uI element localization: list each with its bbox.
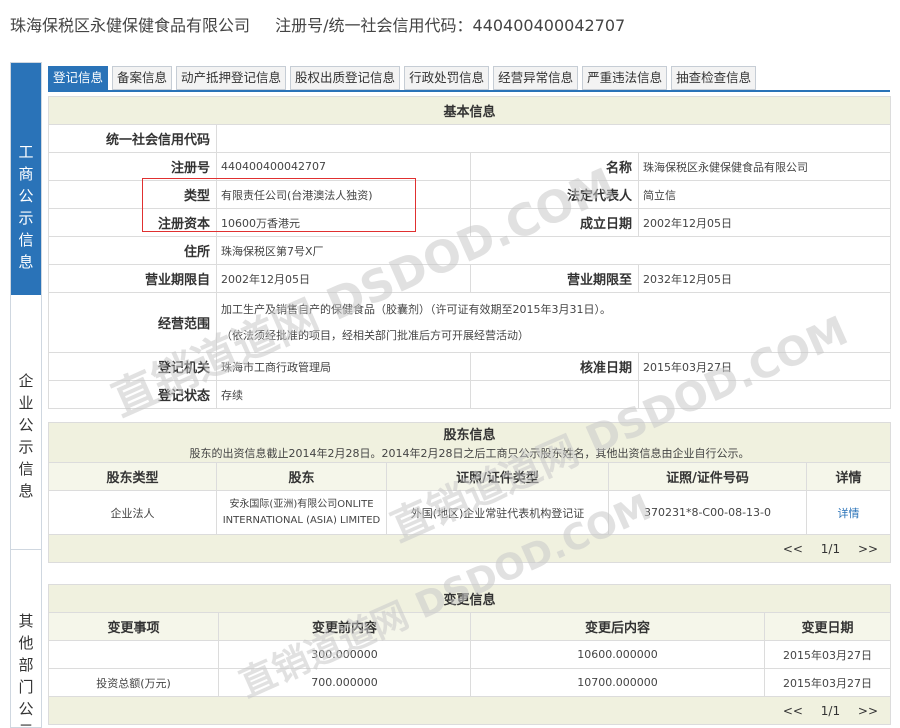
- tab-registration[interactable]: 登记信息: [48, 66, 109, 90]
- scope-label: 经营范围: [48, 292, 217, 353]
- founded-label: 成立日期: [470, 208, 639, 237]
- highlight-box: [142, 178, 416, 232]
- reg-no-value: 440400400042707: [216, 152, 471, 181]
- scope-value: 加工生产及销售自产的保健食品（胶囊剂）（许可证有效期至2015年3月31日）。 …: [215, 292, 892, 353]
- legal-rep-value: 简立信: [637, 180, 892, 209]
- detail-cell: 详情: [805, 490, 892, 535]
- change-date-cell: 2015年03月27日: [763, 668, 892, 697]
- tab-bar: 登记信息 备案信息 动产抵押登记信息 股权出质登记信息 行政处罚信息 经营异常信…: [48, 66, 760, 90]
- col-header-change-item: 变更事项: [48, 612, 219, 641]
- term-from-value: 2002年12月05日: [216, 264, 471, 293]
- term-from-label: 营业期限自: [48, 264, 217, 293]
- name-value: 珠海保税区永健保健食品有限公司: [637, 152, 892, 181]
- pager-page-label: 1/1: [820, 541, 841, 556]
- shareholder-note: 股东的出资信息截止2014年2月28日。2014年2月28日之后工商只公示股东姓…: [47, 444, 892, 463]
- table-row: 300.000000 10600.000000 2015年03月27日: [48, 640, 892, 669]
- basic-info-title: 基本信息: [47, 96, 892, 125]
- page-title: 珠海保税区永健保健食品有限公司 注册号/统一社会信用代码：44040040004…: [10, 12, 625, 36]
- pager-next-button[interactable]: >>: [858, 542, 878, 556]
- change-pager: << 1/1 >>: [47, 696, 892, 725]
- sidebar: 工 商 公 示 信 息 企 业 公 示 信 息 其 他 部 门 公 示: [10, 62, 42, 728]
- scope-line-2: （依法须经批准的项目，经相关部门批准后方可开展经营活动）: [221, 328, 529, 342]
- change-date-cell: 2015年03月27日: [763, 640, 892, 669]
- id-type-cell: 外国(地区)企业常驻代表机构登记证: [386, 490, 609, 535]
- tab-filing[interactable]: 备案信息: [112, 66, 173, 90]
- col-header-before: 变更前内容: [218, 612, 471, 641]
- change-before-cell: 700.000000: [218, 668, 471, 697]
- table-row: 投资总额(万元) 700.000000 10700.000000 2015年03…: [48, 668, 892, 697]
- reg-no-label: 注册号: [48, 152, 217, 181]
- col-header-detail: 详情: [805, 462, 892, 491]
- shareholder-pager: << 1/1 >>: [47, 534, 892, 563]
- pager-page-label: 1/1: [820, 703, 841, 718]
- basic-info-table: 基本信息 统一社会信用代码 注册号 440400400042707 名称 珠海保…: [47, 96, 892, 409]
- change-item-cell: [48, 640, 219, 669]
- name-label: 名称: [470, 152, 639, 181]
- tab-chattel-mortgage[interactable]: 动产抵押登记信息: [176, 66, 287, 90]
- approval-value: 2015年03月27日: [637, 352, 892, 381]
- change-after-cell: 10600.000000: [470, 640, 765, 669]
- change-before-cell: 300.000000: [218, 640, 471, 669]
- scope-line-1: 加工生产及销售自产的保健食品（胶囊剂）（许可证有效期至2015年3月31日）。: [221, 302, 611, 316]
- sidebar-item-other-department-publicity[interactable]: 其 他 部 门 公 示: [11, 550, 41, 728]
- holder-name-cell: 安永国际(亚洲)有限公司ONLITE INTERNATIONAL (ASIA) …: [216, 490, 387, 535]
- tab-underline: [48, 90, 890, 92]
- founded-value: 2002年12月05日: [637, 208, 892, 237]
- tab-spot-check[interactable]: 抽查检查信息: [671, 66, 757, 90]
- col-header-id-number: 证照/证件号码: [608, 462, 807, 491]
- col-header-after: 变更后内容: [470, 612, 765, 641]
- legal-rep-label: 法定代表人: [470, 180, 639, 209]
- tab-serious-violation[interactable]: 严重违法信息: [582, 66, 668, 90]
- change-title: 变更信息: [47, 584, 892, 613]
- change-table: 变更信息 变更事项 变更前内容 变更后内容 变更日期 300.000000 10…: [47, 584, 892, 725]
- tab-equity-pledge[interactable]: 股权出质登记信息: [290, 66, 401, 90]
- authority-value: 珠海市工商行政管理局: [216, 352, 471, 381]
- reg-number: 440400400042707: [472, 16, 626, 35]
- col-header-change-date: 变更日期: [763, 612, 892, 641]
- credit-code-label: 统一社会信用代码: [48, 124, 217, 153]
- pager-prev-button[interactable]: <<: [783, 542, 803, 556]
- shareholder-title: 股东信息: [47, 422, 892, 445]
- col-header-holder: 股东: [216, 462, 387, 491]
- change-after-cell: 10700.000000: [470, 668, 765, 697]
- id-number-cell: 370231*8-C00-08-13-0: [608, 490, 807, 535]
- status-value: 存续: [216, 380, 471, 409]
- detail-link[interactable]: 详情: [838, 507, 860, 520]
- address-value: 珠海保税区第7号X厂: [215, 236, 892, 265]
- credit-code-value: [215, 124, 892, 153]
- col-header-id-type: 证照/证件类型: [386, 462, 609, 491]
- approval-label: 核准日期: [470, 352, 639, 381]
- term-to-label: 营业期限至: [470, 264, 639, 293]
- reg-label: 注册号/统一社会信用代码：: [275, 16, 473, 35]
- col-header-holder-type: 股东类型: [48, 462, 217, 491]
- authority-label: 登记机关: [48, 352, 217, 381]
- sidebar-item-enterprise-publicity[interactable]: 企 业 公 示 信 息: [11, 295, 41, 550]
- address-label: 住所: [48, 236, 217, 265]
- company-name: 珠海保税区永健保健食品有限公司: [10, 16, 251, 35]
- table-row: 企业法人 安永国际(亚洲)有限公司ONLITE INTERNATIONAL (A…: [48, 490, 892, 535]
- tab-abnormal-operation[interactable]: 经营异常信息: [493, 66, 579, 90]
- pager-prev-button[interactable]: <<: [783, 704, 803, 718]
- term-to-value: 2032年12月05日: [637, 264, 892, 293]
- pager-next-button[interactable]: >>: [858, 704, 878, 718]
- holder-type-cell: 企业法人: [48, 490, 217, 535]
- tab-admin-penalty[interactable]: 行政处罚信息: [404, 66, 490, 90]
- shareholder-table: 股东信息 股东的出资信息截止2014年2月28日。2014年2月28日之后工商只…: [47, 422, 892, 563]
- sidebar-item-business-publicity[interactable]: 工 商 公 示 信 息: [11, 63, 41, 295]
- change-item-cell: 投资总额(万元): [48, 668, 219, 697]
- status-label: 登记状态: [48, 380, 217, 409]
